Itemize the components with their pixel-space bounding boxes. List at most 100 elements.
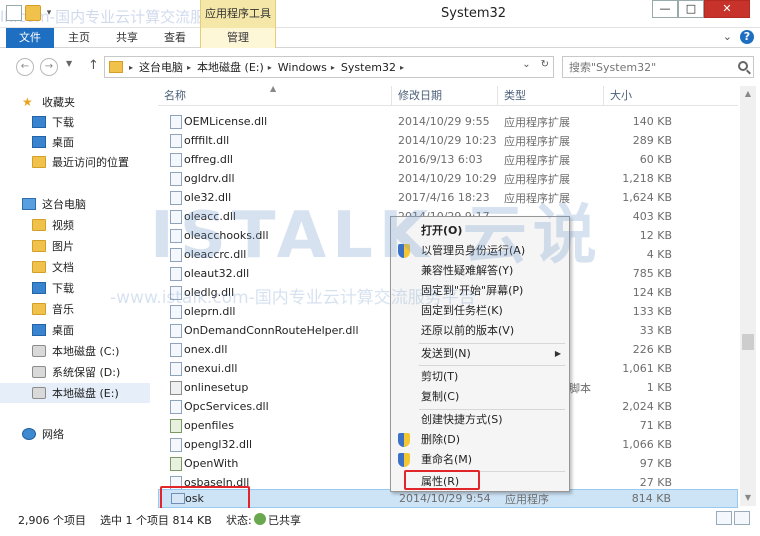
ribbon-right-controls: ⌄ ? [723, 30, 754, 44]
tab-home[interactable]: 主页 [68, 28, 90, 48]
sidebar-item-downloads[interactable]: 下载 [0, 112, 150, 132]
menu-item-restore-versions[interactable]: 还原以前的版本(V) [391, 321, 569, 341]
column-header-name[interactable]: 名称 [158, 86, 392, 106]
menu-item-rename[interactable]: 重命名(M) [391, 450, 569, 470]
menu-item-open[interactable]: 打开(O) [391, 221, 569, 241]
properties-quick-icon[interactable] [6, 5, 22, 21]
column-header-size[interactable]: 大小 [604, 86, 674, 106]
navigation-bar: ← → ▼ ↑ ▸ 这台电脑 ▸ 本地磁盘 (E:) ▸ Windows ▸ S… [0, 52, 760, 82]
sidebar-item-drive-d[interactable]: 系统保留 (D:) [0, 362, 150, 382]
breadcrumb-system32[interactable]: System32 [341, 61, 396, 74]
drive-icon [32, 387, 46, 399]
tab-manage[interactable]: 管理 [200, 28, 276, 48]
menu-item-run-as-admin[interactable]: 以管理员身份运行(A) [391, 241, 569, 261]
menu-item-cut[interactable]: 剪切(T) [391, 367, 569, 387]
vertical-scrollbar[interactable]: ▲ ▼ [740, 86, 756, 506]
search-input[interactable] [563, 57, 731, 77]
sidebar-item-pictures[interactable]: 图片 [0, 236, 150, 256]
breadcrumb-separator-icon[interactable]: ▸ [400, 63, 404, 72]
table-row[interactable]: ole32.dll 2017/4/16 18:23 应用程序扩展 1,624 KB [158, 188, 738, 207]
forward-arrow-icon[interactable]: → [40, 58, 58, 76]
menu-item-pin-taskbar[interactable]: 固定到任务栏(K) [391, 301, 569, 321]
table-row[interactable]: ogldrv.dll 2014/10/29 10:29 应用程序扩展 1,218 KB [158, 169, 738, 188]
refresh-icon[interactable]: ↻ [541, 59, 549, 70]
new-folder-quick-icon[interactable] [25, 5, 41, 21]
sidebar-item-downloads-pc[interactable]: 下载 [0, 278, 150, 298]
drive-icon [32, 366, 46, 378]
breadcrumb-separator-icon[interactable]: ▸ [187, 63, 191, 72]
minimize-button[interactable]: — [652, 0, 678, 18]
recent-places-icon [32, 156, 46, 168]
ribbon-expand-icon[interactable]: ⌄ [723, 30, 732, 44]
help-icon[interactable]: ? [740, 30, 754, 44]
large-icons-view-icon[interactable] [734, 511, 750, 525]
sidebar-item-label: 音乐 [52, 303, 74, 316]
sidebar-item-desktop[interactable]: 桌面 [0, 132, 150, 152]
context-tab-group-label: 应用程序工具 [200, 0, 276, 28]
column-header-type[interactable]: 类型 [498, 86, 604, 106]
sidebar-item-label: 文档 [52, 261, 74, 274]
file-type: 应用程序 [505, 492, 549, 506]
details-view-icon[interactable] [716, 511, 732, 525]
up-arrow-icon[interactable]: ↑ [88, 58, 99, 73]
file-size: 1,218 KB [622, 172, 672, 185]
chevron-down-icon[interactable]: ▾ [44, 5, 54, 21]
sidebar-item-label: 下载 [52, 116, 74, 129]
file-size: 1,066 KB [622, 438, 672, 451]
table-row[interactable]: OEMLicense.dll 2014/10/29 9:55 应用程序扩展 140 K… [158, 112, 738, 131]
menu-item-copy[interactable]: 复制(C) [391, 387, 569, 407]
breadcrumb-windows[interactable]: Windows [278, 61, 327, 74]
table-row[interactable]: offfilt.dll 2014/10/29 10:23 应用程序扩展 289 KB [158, 131, 738, 150]
column-header-date[interactable]: 修改日期 [392, 86, 498, 106]
sidebar-item-music[interactable]: 音乐 [0, 299, 150, 319]
search-icon[interactable] [738, 61, 748, 71]
file-name: OnDemandConnRouteHelper.dll [184, 324, 359, 337]
back-arrow-icon[interactable]: ← [16, 58, 34, 76]
sidebar-item-drive-c[interactable]: 本地磁盘 (C:) [0, 341, 150, 361]
sidebar-favorites-header[interactable]: ★ 收藏夹 [0, 92, 150, 112]
breadcrumb-drive-e[interactable]: 本地磁盘 (E:) [197, 59, 264, 75]
address-history-chevron-icon[interactable]: ⌄ [522, 59, 530, 70]
menu-item-pin-start[interactable]: 固定到"开始"屏幕(P) [391, 281, 569, 301]
menu-item-send-to[interactable]: 发送到(N) ▶ [391, 344, 569, 364]
file-date: 2014/10/29 10:23 [398, 134, 497, 147]
sidebar-this-pc-header[interactable]: 这台电脑 [0, 194, 150, 214]
tab-file[interactable]: 文件 [6, 28, 54, 48]
search-box [562, 56, 754, 78]
file-size: 71 KB [639, 419, 672, 432]
file-size: 1 KB [646, 381, 672, 394]
recent-locations-chevron-icon[interactable]: ▼ [66, 59, 72, 68]
file-type: 应用程序扩展 [504, 134, 570, 148]
close-button[interactable]: ✕ [704, 0, 750, 18]
breadcrumb-this-pc[interactable]: 这台电脑 [139, 59, 183, 75]
tab-share[interactable]: 共享 [116, 28, 138, 48]
scroll-down-icon[interactable]: ▼ [740, 490, 756, 506]
table-row[interactable]: offreg.dll 2016/9/13 6:03 应用程序扩展 60 KB [158, 150, 738, 169]
maximize-button[interactable]: □ [678, 0, 704, 18]
scrollbar-thumb[interactable] [742, 334, 754, 350]
file-size: 2,024 KB [622, 400, 672, 413]
file-type: 应用程序扩展 [504, 115, 570, 129]
menu-item-create-shortcut[interactable]: 创建快捷方式(S) [391, 410, 569, 430]
dll-file-icon [170, 209, 182, 224]
menu-item-delete[interactable]: 删除(D) [391, 430, 569, 450]
sidebar-item-documents[interactable]: 文档 [0, 257, 150, 277]
file-name: onlinesetup [184, 381, 249, 394]
sidebar-item-desktop-pc[interactable]: 桌面 [0, 320, 150, 340]
sidebar-item-label: 这台电脑 [42, 198, 86, 211]
file-name: OpcServices.dll [184, 400, 269, 413]
breadcrumb-separator-icon[interactable]: ▸ [268, 63, 272, 72]
sidebar-item-videos[interactable]: 视频 [0, 215, 150, 235]
music-icon [32, 303, 46, 315]
menu-item-troubleshoot[interactable]: 兼容性疑难解答(Y) [391, 261, 569, 281]
scroll-up-icon[interactable]: ▲ [740, 86, 756, 102]
breadcrumb-separator-icon[interactable]: ▸ [331, 63, 335, 72]
sidebar-item-recent[interactable]: 最近访问的位置 [0, 152, 150, 172]
address-bar[interactable]: ▸ 这台电脑 ▸ 本地磁盘 (E:) ▸ Windows ▸ System32 … [104, 56, 554, 78]
submenu-arrow-icon: ▶ [554, 349, 561, 358]
tab-view[interactable]: 查看 [164, 28, 186, 48]
sidebar-item-network[interactable]: 网络 [0, 424, 150, 444]
sidebar-item-drive-e[interactable]: 本地磁盘 (E:) [0, 383, 150, 403]
breadcrumb-separator-icon[interactable]: ▸ [129, 63, 133, 72]
file-name: oleacc.dll [184, 210, 236, 223]
